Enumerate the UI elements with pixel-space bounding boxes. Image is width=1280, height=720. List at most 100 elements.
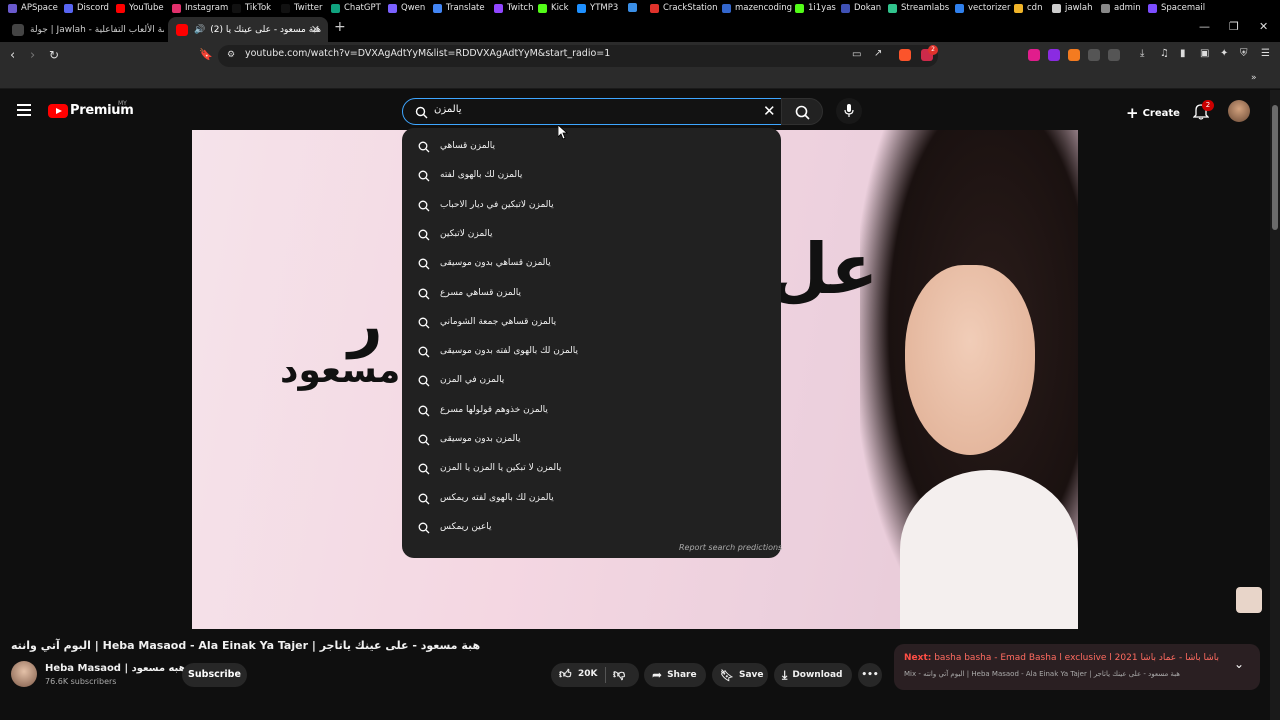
bookmark-item[interactable]: Twitch (494, 3, 534, 13)
bookmark-item[interactable] (628, 3, 641, 12)
bookmark-item[interactable]: YouTube (116, 3, 164, 13)
search-icon (418, 317, 430, 329)
search-suggestion-item[interactable]: يالمزن بدون موسيقى (402, 426, 781, 455)
tab-jawlah[interactable]: جولة | Jawlah - منصة الألعاب التفاعلية (4, 17, 164, 42)
next-video-title[interactable]: Next: basha basha - Emad Basha l exclusi… (904, 653, 1219, 663)
downloads-icon[interactable]: ⤓ (1140, 48, 1144, 59)
menu-icon[interactable]: ☰ (1261, 48, 1270, 59)
search-suggestion-item[interactable]: يالمزن قساهي (402, 133, 781, 162)
next-video-panel[interactable] (894, 644, 1260, 690)
close-window-icon[interactable]: ✕ (1259, 20, 1268, 33)
like-count[interactable]: 20K (578, 669, 598, 679)
bookmark-favicon-icon (494, 3, 503, 13)
channel-name[interactable]: Heba Masaod | هبه مسعود ✔ (45, 663, 196, 674)
bookmark-item[interactable]: Discord (64, 3, 109, 13)
audio-playing-icon[interactable]: 🔊 (194, 25, 205, 35)
bookmark-label: ChatGPT (344, 3, 381, 13)
bookmark-item[interactable]: Spacemail (1148, 3, 1205, 13)
leo-ai-icon[interactable]: ✦ (1220, 48, 1228, 59)
forward-icon[interactable]: › (30, 48, 35, 63)
extension-icon[interactable] (1068, 49, 1080, 61)
bookmark-item[interactable]: TikTok (232, 3, 271, 13)
like-icon[interactable]: 👍︎ (559, 667, 572, 682)
new-tab-button[interactable]: + (334, 19, 346, 35)
dislike-icon[interactable]: 👎︎ (613, 667, 625, 682)
channel-avatar[interactable] (11, 661, 37, 687)
close-tab-icon[interactable]: ✕ (311, 23, 320, 36)
bookmark-item[interactable]: Instagram (172, 3, 228, 13)
bookmark-item[interactable]: YTMP3 (577, 3, 618, 13)
youtube-logo-icon[interactable] (48, 104, 68, 118)
bookmark-label: Twitch (507, 3, 534, 13)
search-button[interactable] (781, 98, 823, 125)
bookmark-item[interactable]: mazencoding (722, 3, 792, 13)
create-button[interactable]: + Create (1126, 104, 1180, 122)
bookmark-item[interactable]: Translate (433, 3, 485, 13)
bookmark-favicon-icon (955, 3, 964, 13)
bookmark-item[interactable]: APSpace (8, 3, 58, 13)
search-suggestion-item[interactable]: يالمزن خذوهم قولولها مسرع (402, 397, 781, 426)
clear-search-icon[interactable]: ✕ (763, 102, 776, 120)
search-suggestion-item[interactable]: يالمزن قساهي مسرع (402, 280, 781, 309)
search-suggestion-item[interactable]: يالمزن لاتبكين في ديار الاحباب (402, 192, 781, 221)
bookmark-item[interactable]: Dokan (841, 3, 881, 13)
site-info-icon[interactable]: ⚙ (227, 50, 235, 60)
report-search-predictions-link[interactable]: Report search predictions (679, 543, 782, 552)
tab-youtube-active[interactable]: 🔊 (2) هبة مسعود - على عينك يا ✕ (168, 17, 328, 42)
bookmark-item[interactable]: Kick (538, 3, 569, 13)
cast-icon[interactable]: ▭ (852, 49, 861, 60)
wallet-icon[interactable]: ▣ (1200, 48, 1209, 59)
media-controls-icon[interactable]: ♫ (1160, 48, 1169, 59)
share-page-icon[interactable]: ↗ (874, 48, 882, 59)
bookmark-item[interactable]: ChatGPT (331, 3, 381, 13)
maximize-window-icon[interactable]: ❐ (1229, 20, 1239, 33)
subscribe-button[interactable]: Subscribe (182, 663, 247, 687)
minimize-window-icon[interactable]: — (1199, 20, 1210, 33)
bookmark-item[interactable]: admin (1101, 3, 1141, 13)
bookmark-item[interactable]: vectorizer (955, 3, 1011, 13)
search-query-text[interactable]: يالمزن (434, 104, 462, 115)
chevron-down-icon[interactable]: ⌄ (1234, 657, 1244, 671)
back-icon[interactable]: ‹ (10, 48, 15, 63)
bookmark-item[interactable]: 1i1yas (795, 3, 836, 13)
search-suggestion-item[interactable]: يالمزن لاتبكين (402, 221, 781, 250)
bookmark-item[interactable]: Twitter (281, 3, 323, 13)
search-suggestion-item[interactable]: يالمزن لك بالهوى لفته (402, 162, 781, 191)
extension-icon[interactable] (1108, 49, 1120, 61)
more-bookmarks-icon[interactable]: » (1251, 73, 1257, 83)
search-suggestion-item[interactable]: يالمزن في المزن (402, 367, 781, 396)
like-dislike-buttons: 👍︎ 20K 👎︎ (551, 663, 639, 687)
download-button[interactable]: ⤓ Download (774, 663, 852, 687)
search-icon (418, 200, 430, 212)
extension-icon[interactable] (1028, 49, 1040, 61)
bookmark-item[interactable]: CrackStation (650, 3, 717, 13)
miniplayer-thumbnail[interactable] (1236, 587, 1262, 613)
share-button[interactable]: ➦ Share (644, 663, 706, 687)
search-suggestion-item[interactable]: يالمزن لك بالهوى لفته ريمكس (402, 485, 781, 514)
bookmark-item[interactable]: Streamlabs (888, 3, 949, 13)
sidebar-toggle-icon[interactable]: ▮ (1180, 48, 1186, 59)
url-text[interactable]: youtube.com/watch?v=DVXAgAdtYyM&list=RDD… (245, 48, 610, 59)
more-actions-button[interactable]: ••• (858, 663, 882, 687)
reload-icon[interactable]: ↻ (49, 48, 59, 62)
bookmark-label: Translate (446, 3, 485, 13)
save-button[interactable]: 🔖︎ Save (712, 663, 768, 687)
account-avatar[interactable] (1228, 100, 1250, 122)
bookmark-item[interactable]: Qwen (388, 3, 425, 13)
voice-search-button[interactable] (836, 98, 862, 124)
search-suggestion-item[interactable]: ياعين ريمكس (402, 514, 781, 543)
vpn-shield-icon[interactable]: ⛨ (1240, 48, 1248, 59)
brave-shield-icon[interactable] (899, 49, 911, 61)
search-suggestion-item[interactable]: يالمزن قساهي جمعة الشوماني (402, 309, 781, 338)
extension-icon[interactable] (1048, 49, 1060, 61)
bookmark-favicon-icon (888, 3, 897, 13)
search-suggestion-item[interactable]: يالمزن لك بالهوى لفته بدون موسيقى (402, 338, 781, 367)
bookmark-item[interactable]: jawlah (1052, 3, 1092, 13)
bookmark-page-icon[interactable]: 🔖 (199, 48, 213, 61)
guide-menu-icon[interactable] (17, 104, 31, 116)
bookmark-item[interactable]: cdn (1014, 3, 1042, 13)
search-suggestion-item[interactable]: يالمزن قساهي بدون موسيقى (402, 250, 781, 279)
search-suggestion-item[interactable]: يالمزن لا تبكين يا المزن يا المزن (402, 455, 781, 484)
extensions-puzzle-icon[interactable] (1088, 49, 1100, 61)
scrollbar-thumb[interactable] (1272, 105, 1278, 230)
